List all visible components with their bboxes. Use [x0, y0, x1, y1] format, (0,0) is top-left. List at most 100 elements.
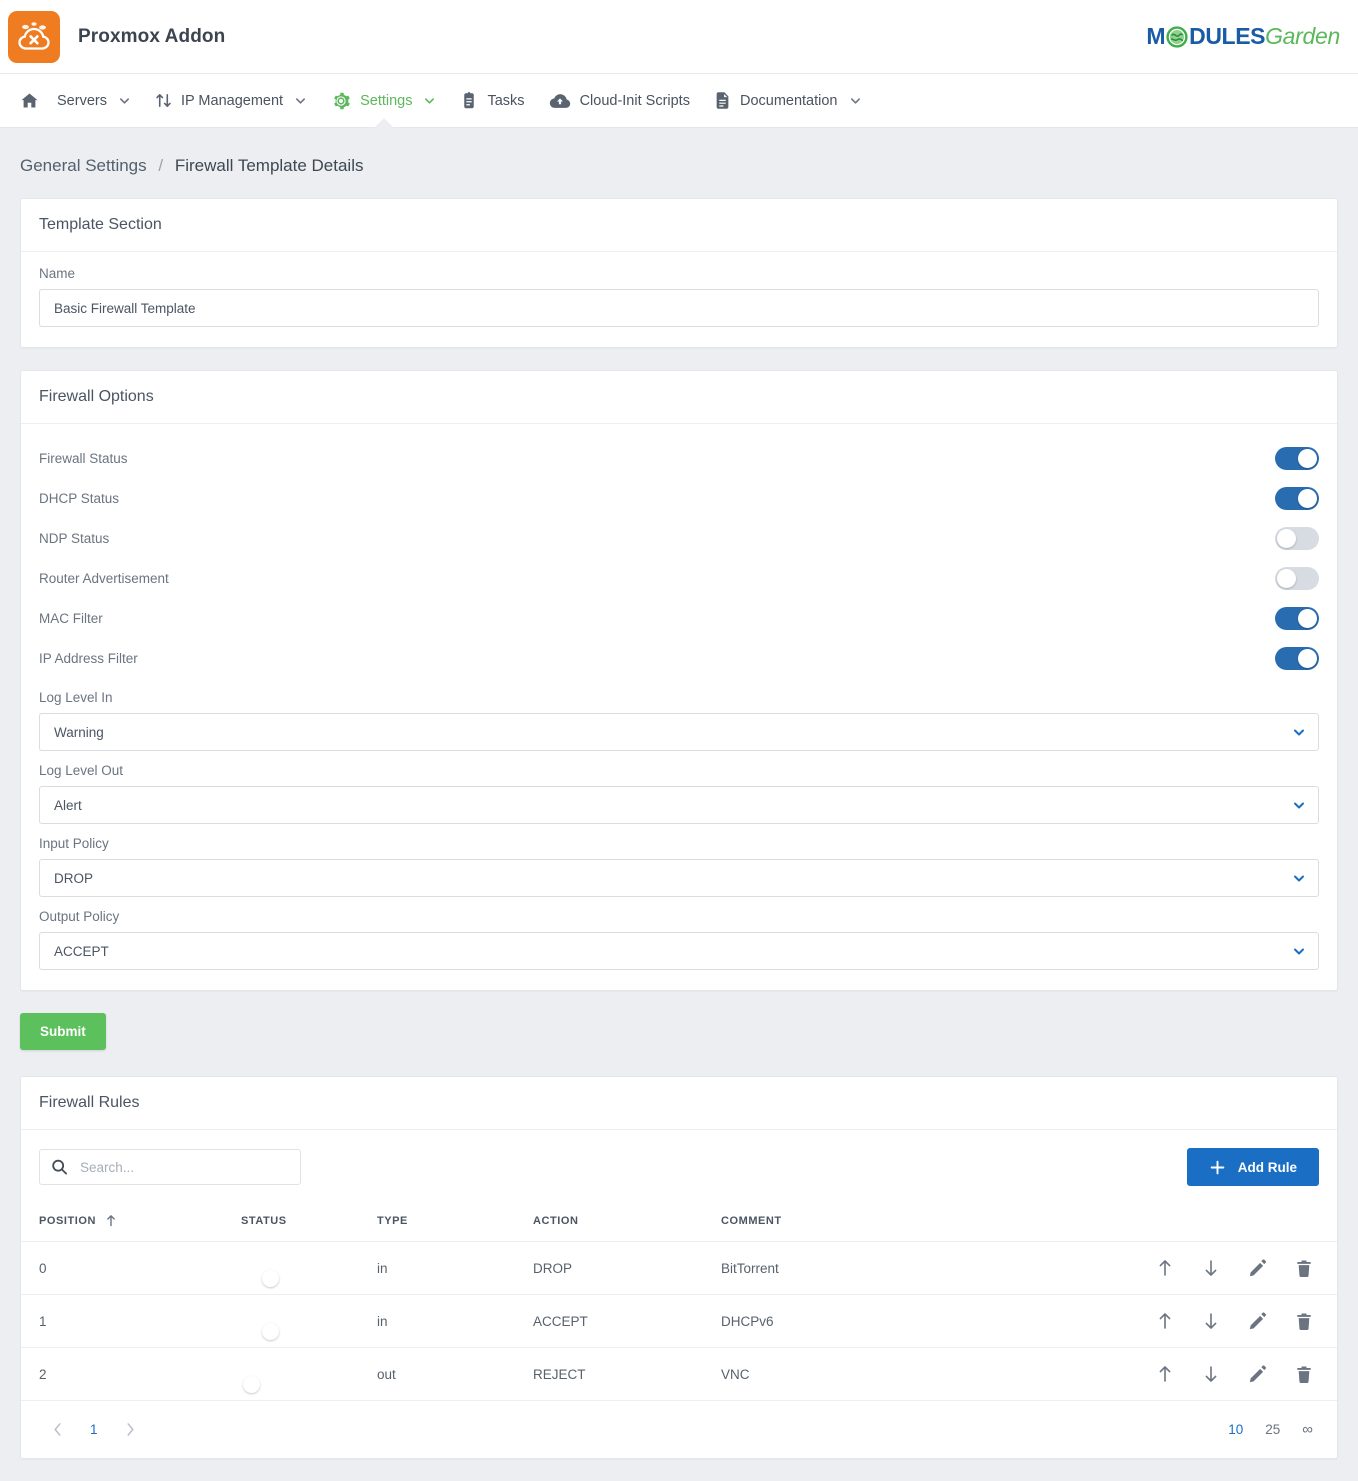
- template-section-body: Name: [21, 252, 1337, 347]
- submit-button[interactable]: Submit: [20, 1013, 106, 1050]
- search-wrap: [39, 1149, 301, 1185]
- cell-action: ACCEPT: [533, 1294, 721, 1348]
- column-header-action[interactable]: ACTION: [533, 1200, 721, 1242]
- globe-icon: [1166, 25, 1188, 48]
- template-section-card: Template Section Name: [20, 198, 1338, 348]
- option-label-ndp-status: NDP Status: [39, 530, 110, 546]
- sort-arrows-icon: [155, 91, 172, 110]
- cell-position: 1: [21, 1294, 241, 1348]
- column-header-status[interactable]: STATUS: [241, 1200, 377, 1242]
- clipboard-icon: [460, 91, 478, 110]
- nav-label-tasks: Tasks: [487, 92, 525, 109]
- move-up-icon[interactable]: [1156, 1311, 1174, 1331]
- nav-item-documentation[interactable]: Documentation: [702, 74, 874, 128]
- cloud-upload-icon: [549, 92, 571, 110]
- search-input[interactable]: [39, 1149, 301, 1185]
- table-row: 2 out REJECT VNC: [21, 1347, 1337, 1401]
- toggle-knob: [1298, 648, 1317, 668]
- document-icon: [714, 91, 731, 110]
- page-size-all[interactable]: ∞: [1302, 1421, 1313, 1438]
- cell-tools: [1137, 1241, 1337, 1295]
- page-content: General Settings / Firewall Template Det…: [0, 128, 1358, 1481]
- firewall-options-title: Firewall Options: [21, 371, 1337, 424]
- add-rule-label: Add Rule: [1237, 1159, 1297, 1175]
- edit-icon[interactable]: [1248, 1364, 1267, 1384]
- breadcrumb-separator: /: [158, 156, 164, 175]
- move-up-icon[interactable]: [1156, 1364, 1174, 1384]
- option-row-ip-address-filter: IP Address Filter: [39, 638, 1319, 678]
- vendor-logo-garden: Garden: [1265, 23, 1340, 49]
- label-log-level-in: Log Level In: [39, 690, 113, 705]
- toggle-dhcp-status[interactable]: [1275, 486, 1319, 510]
- toggle-knob: [1298, 448, 1317, 468]
- field-log-level-in: Log Level In Warning: [39, 690, 1319, 751]
- select-input-policy[interactable]: DROP: [39, 859, 1319, 897]
- delete-icon[interactable]: [1295, 1365, 1313, 1384]
- label-output-policy: Output Policy: [39, 909, 120, 924]
- table-row: 0 in DROP BitTorrent: [21, 1241, 1337, 1295]
- main-navbar: Servers IP Management Settings Tasks Clo…: [0, 74, 1358, 129]
- table-header-row: POSITION STATUS TYPE ACTION COMMENT: [21, 1200, 1337, 1242]
- table-head: POSITION STATUS TYPE ACTION COMMENT: [21, 1200, 1337, 1242]
- column-label-position: POSITION: [39, 1214, 96, 1227]
- chevron-down-icon: [294, 94, 307, 107]
- add-rule-button[interactable]: Add Rule: [1186, 1148, 1319, 1186]
- cell-comment: VNC: [721, 1347, 1137, 1401]
- vendor-logo-dules: DULES: [1189, 23, 1266, 49]
- toggle-knob: [1298, 488, 1317, 508]
- nav-item-servers[interactable]: Servers: [45, 74, 143, 128]
- option-row-router-advertisement: Router Advertisement: [39, 558, 1319, 598]
- delete-icon[interactable]: [1295, 1259, 1313, 1278]
- active-nav-indicator: [372, 117, 395, 129]
- option-label-firewall-status: Firewall Status: [39, 450, 128, 466]
- gear-icon: [331, 91, 351, 111]
- breadcrumb-parent[interactable]: General Settings: [20, 156, 147, 175]
- pagination-page-1[interactable]: 1: [76, 1418, 112, 1441]
- column-header-position[interactable]: POSITION: [21, 1200, 241, 1242]
- cell-position: 2: [21, 1347, 241, 1401]
- top-header: Proxmox Addon M DULES Garden: [0, 0, 1358, 74]
- column-header-type[interactable]: TYPE: [377, 1200, 533, 1242]
- toggle-router-advertisement[interactable]: [1275, 566, 1319, 590]
- edit-icon[interactable]: [1248, 1258, 1267, 1278]
- page-size-10[interactable]: 10: [1228, 1422, 1243, 1437]
- cell-position: 0: [21, 1241, 241, 1295]
- toggle-mac-filter[interactable]: [1275, 606, 1319, 630]
- firewall-rules-title: Firewall Rules: [21, 1077, 1337, 1130]
- toggle-firewall-status[interactable]: [1275, 446, 1319, 470]
- cell-type: in: [377, 1241, 533, 1295]
- edit-icon[interactable]: [1248, 1311, 1267, 1331]
- select-output-policy[interactable]: ACCEPT: [39, 932, 1319, 970]
- column-header-comment[interactable]: COMMENT: [721, 1200, 1137, 1242]
- cell-type: in: [377, 1294, 533, 1348]
- cell-status: [241, 1241, 377, 1295]
- toggle-knob: [1277, 568, 1296, 588]
- move-down-icon[interactable]: [1202, 1364, 1220, 1384]
- option-label-mac-filter: MAC Filter: [39, 610, 103, 626]
- cell-tools: [1137, 1294, 1337, 1348]
- option-label-router-advertisement: Router Advertisement: [39, 570, 169, 586]
- firewall-options-card: Firewall Options Firewall Status DHCP St…: [20, 370, 1338, 991]
- nav-item-home[interactable]: [8, 74, 45, 128]
- move-down-icon[interactable]: [1202, 1258, 1220, 1278]
- select-log-level-in[interactable]: Warning: [39, 713, 1319, 751]
- delete-icon[interactable]: [1295, 1312, 1313, 1331]
- move-down-icon[interactable]: [1202, 1311, 1220, 1331]
- field-log-level-out: Log Level Out Alert: [39, 763, 1319, 824]
- move-up-icon[interactable]: [1156, 1258, 1174, 1278]
- toggle-ip-address-filter[interactable]: [1275, 646, 1319, 670]
- nav-item-cloud-init-scripts[interactable]: Cloud-Init Scripts: [537, 74, 702, 128]
- template-name-input[interactable]: [39, 289, 1319, 327]
- table-body: 0 in DROP BitTorrent 1 in ACCEPT DHCPv6 …: [21, 1241, 1337, 1401]
- cell-action: DROP: [533, 1241, 721, 1295]
- toggle-knob: [243, 1376, 260, 1393]
- pagination-prev-icon[interactable]: [39, 1417, 76, 1442]
- pagination-next-icon[interactable]: [112, 1417, 149, 1442]
- toggle-ndp-status[interactable]: [1275, 526, 1319, 550]
- nav-item-ip-management[interactable]: IP Management: [143, 74, 319, 128]
- nav-item-tasks[interactable]: Tasks: [448, 74, 536, 128]
- select-log-level-out[interactable]: Alert: [39, 786, 1319, 824]
- page-size-25[interactable]: 25: [1265, 1422, 1280, 1437]
- chevron-down-icon: [118, 94, 131, 107]
- nav-item-settings[interactable]: Settings: [319, 74, 448, 129]
